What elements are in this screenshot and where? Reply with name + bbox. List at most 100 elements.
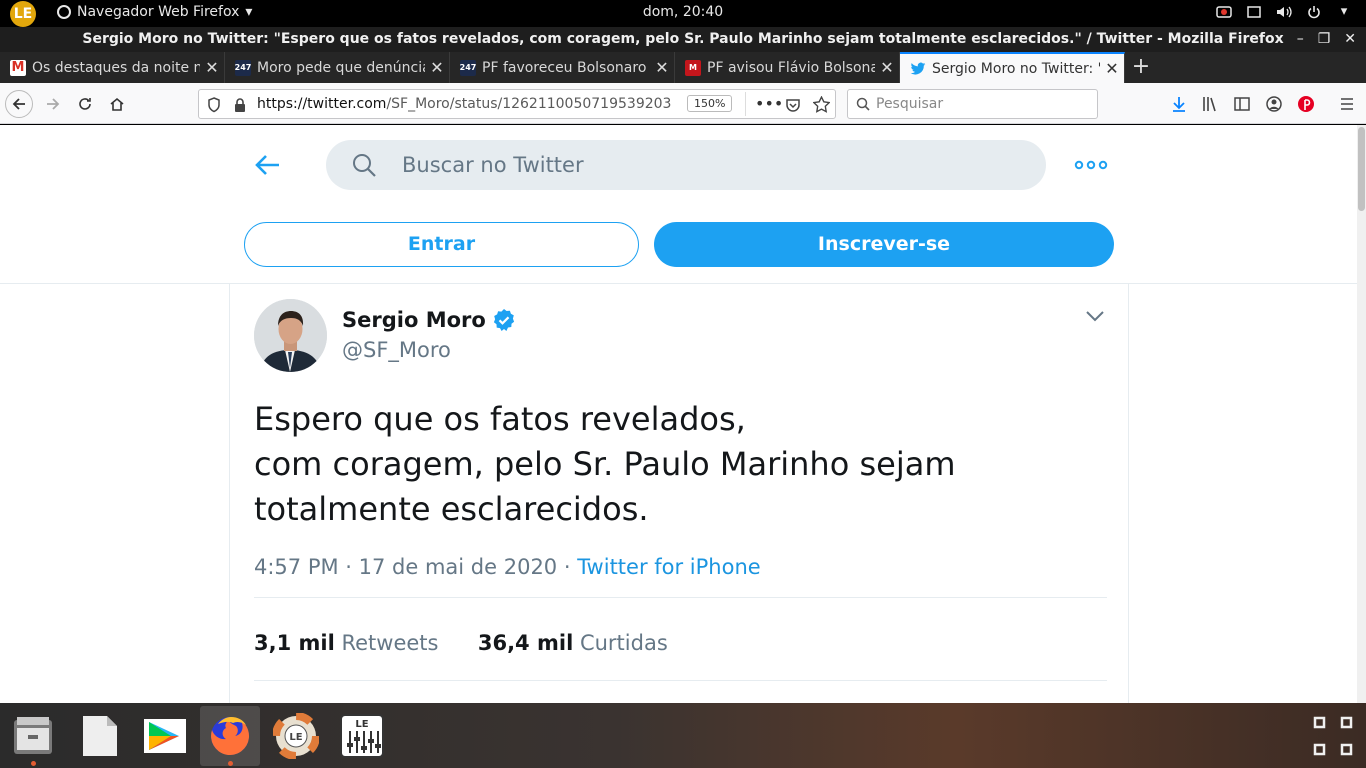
247-icon: 247	[460, 59, 476, 76]
divider	[254, 597, 1107, 598]
tweet-container: Sergio Moro @SF_Moro Espero que os fatos…	[229, 284, 1129, 703]
reload-icon	[79, 98, 91, 110]
arrow-right-icon	[47, 98, 60, 110]
tab-uol[interactable]: M PF avisou Flávio Bolsonar ✕	[675, 52, 900, 83]
url-bar[interactable]: https://twitter.com/SF_Moro/status/12621…	[198, 89, 836, 119]
signup-button[interactable]: Inscrever-se	[654, 222, 1114, 267]
nav-toolbar: https://twitter.com/SF_Moro/status/12621…	[0, 83, 1366, 124]
tab-title: Os destaques da noite no	[32, 59, 200, 76]
dock-help[interactable]: LE	[266, 706, 326, 766]
gmail-icon: M	[10, 59, 26, 76]
system-tray: ▾	[1216, 5, 1352, 19]
volume-icon[interactable]	[1276, 5, 1292, 19]
dock-le-settings[interactable]: LE	[332, 706, 392, 766]
maximize-icon[interactable]: ❐	[1318, 27, 1331, 51]
document-viewer-icon	[83, 716, 117, 756]
close-tab-icon[interactable]: ✕	[200, 58, 224, 77]
search-icon	[353, 154, 376, 177]
retweets-count: 3,1 mil	[254, 631, 335, 655]
tab-title: Sergio Moro no Twitter: "E	[932, 60, 1100, 77]
dock: LE LE	[0, 703, 1366, 768]
window-titlebar[interactable]: Sergio Moro no Twitter: "Espero que os f…	[0, 27, 1366, 52]
zoom-indicator[interactable]: 150%	[687, 95, 733, 112]
twitter-search-placeholder: Buscar no Twitter	[402, 153, 584, 177]
tweet-stats: 3,1 mil Retweets 36,4 mil Curtidas	[254, 631, 668, 655]
scrollbar-thumb[interactable]	[1358, 127, 1365, 211]
author-name[interactable]: Sergio Moro	[342, 308, 516, 332]
url-text[interactable]: https://twitter.com/SF_Moro/status/12621…	[257, 96, 671, 112]
close-tab-icon[interactable]: ✕	[425, 58, 449, 77]
search-bar[interactable]: Pesquisar	[847, 89, 1098, 119]
library-icon[interactable]	[1201, 95, 1219, 113]
tab-247-moro[interactable]: 247 Moro pede que denúncias ✕	[225, 52, 450, 83]
login-button[interactable]: Entrar	[244, 222, 639, 267]
more-options-icon[interactable]	[1074, 155, 1108, 175]
lock-icon[interactable]	[233, 97, 247, 113]
window-icon[interactable]	[1246, 5, 1262, 19]
window-title: Sergio Moro no Twitter: "Espero que os f…	[82, 31, 1284, 47]
tab-title: PF favoreceu Bolsonaro n	[482, 59, 650, 76]
verified-badge-icon	[493, 309, 514, 331]
account-icon[interactable]	[1265, 95, 1283, 113]
dock-firefox[interactable]	[200, 706, 260, 766]
close-tab-icon[interactable]: ✕	[875, 58, 899, 77]
retweets-stat[interactable]: 3,1 mil Retweets	[254, 631, 438, 655]
home-button[interactable]	[103, 90, 131, 118]
twitter-icon	[910, 62, 926, 74]
close-tab-icon[interactable]: ✕	[1100, 59, 1124, 78]
shield-icon[interactable]	[207, 97, 221, 113]
pocket-icon[interactable]	[785, 97, 801, 113]
running-indicator	[228, 761, 233, 766]
url-divider	[745, 92, 746, 116]
caret-down-icon[interactable]: ▾	[1336, 5, 1352, 19]
sidebar-icon[interactable]	[1233, 95, 1251, 113]
minimize-icon[interactable]: –	[1297, 27, 1304, 51]
search-placeholder: Pesquisar	[876, 96, 944, 112]
chevron-down-icon[interactable]	[1084, 308, 1106, 324]
tweet-line: com coragem, pelo Sr. Paulo Marinho seja…	[254, 445, 956, 483]
downloads-icon[interactable]	[1170, 95, 1188, 113]
likes-count: 36,4 mil	[477, 631, 574, 655]
reload-button[interactable]	[71, 90, 99, 118]
tweet-timestamp[interactable]: 4:57 PM · 17 de mai de 2020	[254, 555, 557, 579]
bookmark-star-icon[interactable]	[813, 96, 830, 113]
close-tab-icon[interactable]: ✕	[650, 58, 674, 77]
url-host: https://twitter.com	[257, 96, 387, 112]
new-tab-button[interactable]: +	[1125, 52, 1157, 83]
dock-play-store[interactable]	[135, 706, 195, 766]
tab-title: PF avisou Flávio Bolsonar	[707, 59, 875, 76]
scrollbar[interactable]	[1357, 125, 1366, 703]
retweets-label: Retweets	[341, 631, 439, 655]
app-grid-icon[interactable]	[1312, 715, 1354, 757]
search-icon	[856, 97, 870, 111]
pinterest-icon[interactable]	[1297, 95, 1315, 113]
play-store-icon	[144, 719, 186, 753]
tweet-source-link[interactable]: Twitter for iPhone	[577, 555, 761, 579]
forward-button[interactable]	[39, 90, 67, 118]
hamburger-menu-icon[interactable]	[1338, 95, 1356, 113]
screen-record-icon[interactable]	[1216, 5, 1232, 19]
back-button[interactable]	[5, 90, 33, 118]
power-icon[interactable]	[1306, 5, 1322, 19]
avatar[interactable]	[254, 299, 327, 372]
tweet-line: Espero que os fatos revelados,	[254, 400, 746, 438]
dock-file-manager[interactable]	[3, 706, 63, 766]
tab-strip: M Os destaques da noite no ✕ 247 Moro pe…	[0, 52, 1366, 83]
tweet-text: Espero que os fatos revelados, com corag…	[254, 397, 1014, 532]
page-actions-icon[interactable]: •••	[755, 94, 783, 113]
likes-stat[interactable]: 36,4 mil Curtidas	[478, 631, 668, 655]
tab-247-pf[interactable]: 247 PF favoreceu Bolsonaro n ✕	[450, 52, 675, 83]
author-handle[interactable]: @SF_Moro	[342, 338, 451, 362]
arrow-left-icon	[12, 98, 25, 110]
svg-text:LE: LE	[289, 732, 302, 743]
avatar-photo	[254, 299, 327, 372]
dock-document-viewer[interactable]	[69, 706, 129, 766]
clock[interactable]: dom, 20:40	[0, 4, 1366, 20]
twitter-search-input[interactable]: Buscar no Twitter	[326, 140, 1046, 190]
tab-title: Moro pede que denúncias	[257, 59, 425, 76]
close-icon[interactable]: ✕	[1344, 27, 1356, 51]
tab-twitter[interactable]: Sergio Moro no Twitter: "E ✕	[900, 52, 1125, 83]
system-top-bar: LE Navegador Web Firefox ▾ dom, 20:40 ▾	[0, 0, 1366, 27]
tab-gmail[interactable]: M Os destaques da noite no ✕	[0, 52, 225, 83]
back-arrow-icon[interactable]	[254, 151, 282, 179]
